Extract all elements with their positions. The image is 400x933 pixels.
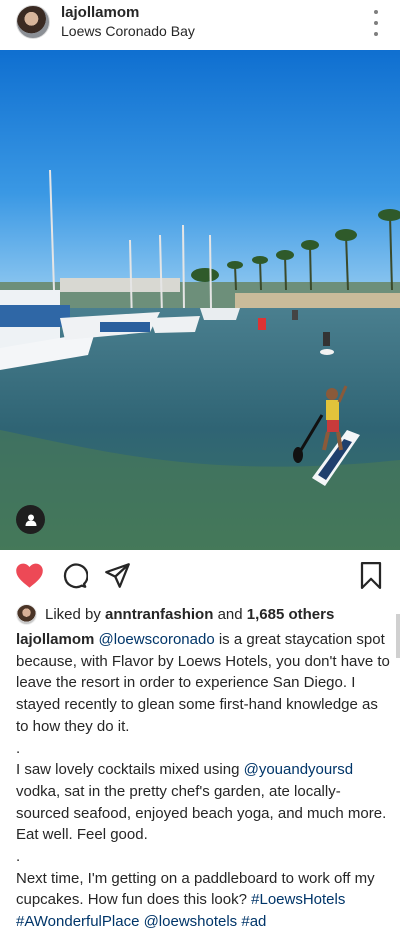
- likes-and: and: [217, 605, 243, 623]
- caption-paragraph-3: Next time, I'm getting on a paddleboard …: [16, 868, 390, 933]
- caption-dot-1: .: [16, 739, 21, 757]
- post-header: lajollamom Loews Coronado Bay: [0, 0, 400, 50]
- vertical-ellipsis-icon[interactable]: [370, 10, 382, 36]
- hashtag-ad[interactable]: #ad: [241, 913, 266, 930]
- likes-prefix: Liked by: [45, 605, 101, 623]
- mention-loewshotels[interactable]: @loewshotels: [144, 913, 238, 930]
- liker-avatar[interactable]: [16, 603, 37, 625]
- likes-summary: Liked by anntranfashion and 1,685 others: [16, 603, 335, 625]
- caption-text-2b: vodka, sat in the pretty chef's garden, …: [16, 782, 387, 844]
- bookmark-icon[interactable]: [359, 562, 383, 594]
- mention-loewscoronado[interactable]: @loewscoronado: [99, 631, 215, 648]
- caption-paragraph-1: lajollamom @loewscoronado is a great sta…: [16, 629, 390, 738]
- profile-avatar[interactable]: [16, 5, 50, 39]
- post-username[interactable]: lajollamom: [61, 4, 139, 21]
- heart-icon[interactable]: [15, 562, 44, 594]
- hashtag-awonderfulplace[interactable]: #AWonderfulPlace: [16, 913, 139, 930]
- user-tag-icon[interactable]: [16, 505, 45, 534]
- mention-youandyoursd[interactable]: @youandyoursd: [244, 761, 353, 778]
- likes-count[interactable]: 1,685 others: [247, 606, 335, 623]
- scrollbar[interactable]: [396, 614, 400, 658]
- harbor-photo: [0, 50, 400, 550]
- liker-username[interactable]: anntranfashion: [105, 606, 213, 623]
- action-bar: [0, 562, 400, 592]
- post-photo[interactable]: [0, 50, 400, 550]
- caption-dot-2: .: [16, 848, 21, 866]
- caption-paragraph-2: I saw lovely cocktails mixed using @youa…: [16, 759, 390, 846]
- caption-username[interactable]: lajollamom: [16, 631, 94, 648]
- share-icon[interactable]: [104, 562, 131, 594]
- caption-text-2a: I saw lovely cocktails mixed using: [16, 761, 244, 779]
- hashtag-loewshotels[interactable]: #LoewsHotels: [251, 891, 345, 908]
- comment-icon[interactable]: [61, 562, 89, 594]
- post-caption: lajollamom @loewscoronado is a great sta…: [16, 629, 390, 933]
- post-location[interactable]: Loews Coronado Bay: [61, 23, 195, 39]
